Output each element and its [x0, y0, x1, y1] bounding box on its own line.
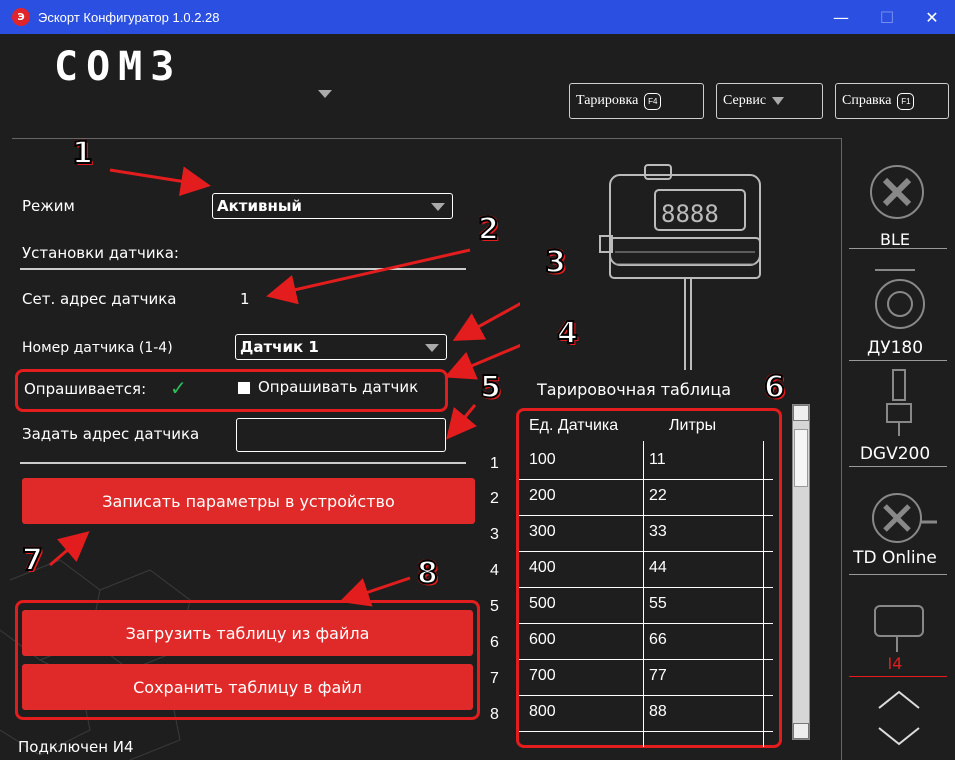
window-title: Эскорт Конфигуратор 1.0.2.28 — [38, 9, 220, 25]
service-button-label: Сервис — [723, 93, 767, 108]
i4-device-illustration: 8888 — [599, 164, 761, 370]
du180-sensor-icon — [875, 269, 925, 329]
td-online-sensor-icon — [872, 493, 937, 543]
annotation-number: 7 — [21, 542, 44, 579]
annotation-number: 6 — [763, 369, 786, 406]
table-row[interactable]: 400 44 — [519, 552, 773, 588]
com-port-dropdown-icon[interactable] — [318, 90, 332, 98]
table-row[interactable]: 600 66 — [519, 624, 773, 660]
calibration-table-title: Тарировочная таблица — [537, 380, 732, 399]
ble-sensor-icon — [870, 165, 924, 219]
annotation-number: 5 — [479, 369, 502, 406]
load-table-button[interactable]: Загрузить таблицу из файла — [22, 610, 473, 656]
connection-status: Подключен И4 — [18, 738, 134, 756]
sidebar-item-td-online[interactable]: TD Online — [845, 478, 955, 588]
row-number: 7 — [490, 670, 499, 687]
table-cell-sensor[interactable]: 600 — [529, 631, 556, 649]
chevron-down-icon[interactable] — [877, 724, 921, 748]
row-number: 8 — [490, 706, 499, 723]
table-cell-liters[interactable]: 88 — [649, 703, 667, 721]
annotation-number: 4 — [556, 315, 579, 352]
table-cell-liters[interactable]: 22 — [649, 487, 667, 505]
annotation-number: 8 — [416, 555, 439, 592]
i4-indicator-icon — [874, 605, 924, 652]
table-cell-sensor[interactable]: 800 — [529, 703, 556, 721]
row-number: 6 — [490, 634, 499, 651]
sidebar-item-i4[interactable]: I4 — [845, 584, 955, 684]
help-button-label: Справка — [842, 93, 892, 108]
sidebar-item-label: DGV200 — [859, 444, 931, 464]
divider — [849, 574, 947, 575]
table-cell-sensor[interactable]: 200 — [529, 487, 556, 505]
table-cell-liters[interactable]: 77 — [649, 667, 667, 685]
annotation-number: 3 — [544, 244, 567, 281]
scroll-down-button[interactable] — [793, 723, 809, 739]
column-header-sensor: Ед. Датчика — [529, 417, 619, 434]
close-button[interactable]: ✕ — [909, 0, 955, 34]
chevron-up-icon[interactable] — [877, 688, 921, 712]
calibration-table: Ед. Датчика Литры 100 11 200 22 300 33 4… — [516, 408, 782, 748]
table-cell-liters[interactable]: 33 — [649, 523, 667, 541]
table-cell-liters[interactable]: 11 — [649, 451, 666, 469]
minimize-button[interactable]: — — [818, 0, 864, 34]
table-row[interactable]: 700 77 — [519, 660, 773, 696]
table-cell-liters[interactable]: 44 — [649, 559, 667, 577]
divider — [849, 248, 947, 249]
table-cell-sensor[interactable]: 300 — [529, 523, 556, 541]
maximize-button[interactable]: ☐ — [864, 0, 910, 34]
title-bar: Э Эскорт Конфигуратор 1.0.2.28 — ☐ ✕ — [0, 0, 955, 34]
f1-key-icon: F1 — [897, 92, 915, 110]
annotation-number: 2 — [477, 211, 500, 248]
table-row[interactable]: 300 33 — [519, 516, 773, 552]
svg-text:8888: 8888 — [661, 200, 719, 228]
annotation-arrows — [49, 166, 520, 607]
divider — [849, 360, 947, 361]
table-cell-sensor[interactable]: 100 — [529, 451, 556, 469]
app-logo-icon: Э — [12, 8, 30, 26]
save-table-button[interactable]: Сохранить таблицу в файл — [22, 664, 473, 710]
table-row[interactable]: 500 55 — [519, 588, 773, 624]
table-cell-liters[interactable]: 66 — [649, 631, 667, 649]
table-cell-sensor[interactable]: 700 — [529, 667, 556, 685]
sidebar-item-ble[interactable]: BLE — [845, 140, 955, 250]
sidebar-item-label: I4 — [887, 654, 903, 673]
sidebar-item-du180[interactable]: ДУ180 — [845, 252, 955, 362]
table-cell-sensor[interactable]: 400 — [529, 559, 556, 577]
divider — [849, 466, 947, 467]
sidebar-item-label: ДУ180 — [866, 338, 924, 358]
sidebar-item-dgv200[interactable]: DGV200 — [845, 364, 955, 474]
scroll-up-button[interactable] — [793, 405, 809, 421]
table-row[interactable]: 200 22 — [519, 480, 773, 516]
service-button[interactable]: Сервис — [716, 83, 823, 119]
calibration-button-label: Тарировка — [576, 93, 639, 108]
sidebar-item-label: TD Online — [853, 548, 937, 568]
f4-key-icon: F4 — [644, 92, 662, 110]
help-button[interactable]: Справка F1 — [835, 83, 949, 119]
com-port-selector[interactable]: COM3 — [54, 44, 182, 90]
scroll-thumb[interactable] — [794, 429, 808, 487]
sidebar-item-label: BLE — [880, 230, 910, 249]
table-row[interactable]: 100 11 — [519, 444, 773, 480]
dgv200-sensor-icon — [886, 369, 912, 436]
table-cell-liters[interactable]: 55 — [649, 595, 667, 613]
table-cell-sensor[interactable]: 500 — [529, 595, 556, 613]
table-row[interactable]: 800 88 — [519, 696, 773, 732]
dropdown-arrow-icon — [772, 97, 785, 105]
table-scrollbar[interactable] — [792, 404, 810, 740]
active-indicator — [849, 676, 947, 677]
calibration-button[interactable]: Тарировка F4 — [569, 83, 704, 119]
sensor-sidebar: BLE ДУ180 DGV200 TD Online I4 — [845, 138, 955, 760]
column-header-liters: Литры — [669, 417, 717, 434]
annotation-number: 1 — [71, 135, 94, 172]
